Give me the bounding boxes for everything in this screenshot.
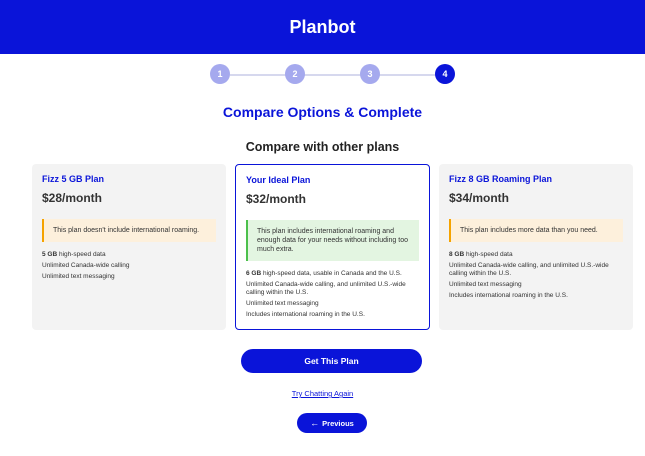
feature-item: Unlimited text messaging <box>42 273 115 280</box>
plan-price: $34/month <box>449 191 510 205</box>
app-header: Planbot <box>0 0 645 54</box>
plan-name: Fizz 5 GB Plan <box>42 174 105 184</box>
step-4[interactable]: 4 <box>435 64 455 84</box>
get-this-plan-label: Get This Plan <box>304 356 359 366</box>
feature-item: 6 GB high-speed data, usable in Canada a… <box>246 270 402 277</box>
step-1[interactable]: 1 <box>210 64 230 84</box>
try-chatting-again-link[interactable]: Try Chatting Again <box>0 389 645 398</box>
feature-item: Includes international roaming in the U.… <box>449 292 568 299</box>
plan-name: Your Ideal Plan <box>246 175 311 185</box>
feature-item: Includes international roaming in the U.… <box>246 311 365 318</box>
step-3[interactable]: 3 <box>360 64 380 84</box>
arrow-left-icon: ← <box>310 417 320 428</box>
feature-list: 5 GB high-speed data Unlimited Canada-wi… <box>42 251 216 281</box>
page-title: Compare Options & Complete <box>222 104 423 120</box>
feature-item: Unlimited Canada-wide calling, and unlim… <box>246 281 406 296</box>
plan-card-ideal: Your Ideal Plan $32/month This plan incl… <box>235 164 430 330</box>
feature-item: Unlimited text messaging <box>246 300 319 307</box>
feature-list: 8 GB high-speed data Unlimited Canada-wi… <box>449 251 623 300</box>
get-this-plan-button[interactable]: Get This Plan <box>241 349 422 373</box>
plan-price: $28/month <box>42 191 103 205</box>
feature-item: Unlimited text messaging <box>449 281 522 288</box>
plan-note: This plan doesn't include international … <box>42 219 216 242</box>
stepper-line <box>230 74 439 76</box>
feature-item: 5 GB high-speed data <box>42 251 106 258</box>
section-subtitle: Compare with other plans <box>245 140 400 154</box>
app-title: Planbot <box>289 16 356 37</box>
previous-button[interactable]: ← Previous <box>297 413 367 433</box>
plan-card-fizz-8gb-roaming: Fizz 8 GB Roaming Plan $34/month This pl… <box>439 164 633 330</box>
previous-label: Previous <box>322 418 354 428</box>
feature-list: 6 GB high-speed data, usable in Canada a… <box>246 270 419 319</box>
feature-item: Unlimited Canada-wide calling <box>42 262 130 269</box>
progress-stepper: 1 2 3 4 <box>0 64 645 86</box>
step-2[interactable]: 2 <box>285 64 305 84</box>
feature-item: Unlimited Canada-wide calling, and unlim… <box>449 262 609 277</box>
plan-name: Fizz 8 GB Roaming Plan <box>449 174 553 184</box>
plan-note: This plan includes more data than you ne… <box>449 219 623 242</box>
plan-card-fizz-5gb: Fizz 5 GB Plan $28/month This plan doesn… <box>32 164 226 330</box>
plan-note: This plan includes international roaming… <box>246 220 419 261</box>
feature-item: 8 GB high-speed data <box>449 251 513 258</box>
plan-price: $32/month <box>246 192 307 206</box>
